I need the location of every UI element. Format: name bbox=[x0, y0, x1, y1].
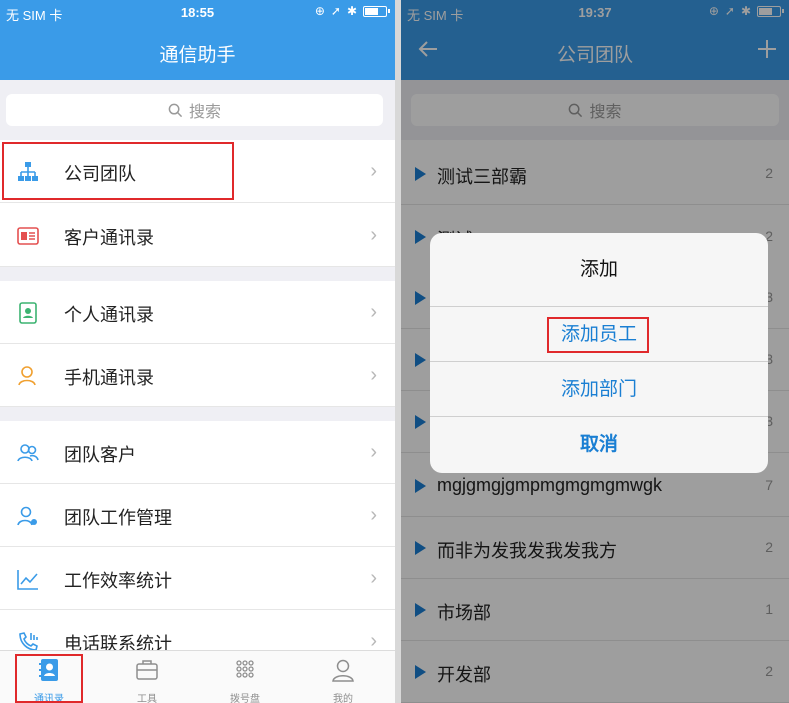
address-book-icon bbox=[19, 302, 37, 324]
cancel-button[interactable]: 取消 bbox=[430, 417, 768, 472]
menu-item-label: 团队客户 bbox=[64, 445, 136, 465]
search-placeholder: 搜索 bbox=[188, 104, 221, 121]
left-screen: 无 SIM 卡 18:55 ⊕ ➚ ✱ 通信助手 搜索 公司团队 › 客户通讯录… bbox=[0, 0, 395, 703]
orientation-lock-icon: ⊕ bbox=[314, 4, 325, 18]
page-title: 通信助手 bbox=[159, 45, 236, 66]
add-department-button[interactable]: 添加部门 bbox=[430, 362, 768, 417]
add-department-label: 添加部门 bbox=[560, 379, 637, 400]
menu-item-label: 手机通讯录 bbox=[64, 368, 154, 388]
add-employee-button[interactable]: 添加员工 bbox=[430, 307, 768, 362]
menu-item-team-work-management[interactable]: 团队工作管理 › bbox=[0, 484, 395, 547]
menu-item-label: 团队工作管理 bbox=[64, 508, 172, 528]
briefcase-icon bbox=[136, 660, 158, 680]
menu-item-label: 个人通讯录 bbox=[64, 305, 154, 325]
chevron-right-icon: › bbox=[370, 224, 377, 246]
chevron-right-icon: › bbox=[370, 441, 377, 463]
profile-icon bbox=[332, 659, 354, 682]
chevron-right-icon: › bbox=[370, 567, 377, 589]
highlight-box bbox=[2, 142, 234, 200]
dialog-title: 添加 bbox=[430, 233, 768, 307]
tab-label: 我的 bbox=[333, 694, 353, 703]
line-chart-icon bbox=[17, 570, 38, 590]
highlight-box bbox=[547, 317, 649, 353]
search-icon bbox=[168, 103, 183, 117]
team-manage-icon bbox=[17, 506, 37, 526]
bluetooth-icon: ✱ bbox=[346, 4, 357, 18]
contact-card-icon bbox=[17, 227, 39, 245]
chevron-right-icon: › bbox=[370, 301, 377, 323]
menu-item-personal-contacts[interactable]: 个人通讯录 › bbox=[0, 281, 395, 344]
right-screen: 无 SIM 卡 19:37 ⊕ ➚ ✱ 公司团队 搜索 测试三部霸 2 2 3 … bbox=[401, 0, 789, 703]
search-input[interactable]: 搜索 bbox=[6, 94, 383, 126]
menu-item-customer-contacts[interactable]: 客户通讯录 › bbox=[0, 204, 395, 267]
menu-item-label: 工作效率统计 bbox=[64, 571, 172, 591]
chevron-right-icon: › bbox=[370, 504, 377, 526]
team-users-icon bbox=[17, 444, 39, 462]
menu-item-label: 客户通讯录 bbox=[64, 228, 154, 248]
highlight-box bbox=[15, 654, 83, 703]
menu-item-efficiency-stats[interactable]: 工作效率统计 › bbox=[0, 547, 395, 610]
chevron-right-icon: › bbox=[370, 160, 377, 182]
tab-dialpad[interactable]: 拨号盘 bbox=[196, 651, 294, 703]
phone-contact-icon bbox=[18, 366, 36, 386]
add-dialog: 添加 添加员工 添加部门 取消 bbox=[430, 233, 768, 473]
chevron-right-icon: › bbox=[370, 364, 377, 386]
status-bar: 无 SIM 卡 18:55 ⊕ ➚ ✱ bbox=[0, 0, 395, 26]
tab-profile[interactable]: 我的 bbox=[294, 651, 392, 703]
menu-item-phone-contacts[interactable]: 手机通讯录 › bbox=[0, 344, 395, 407]
header: 无 SIM 卡 18:55 ⊕ ➚ ✱ 通信助手 bbox=[0, 0, 395, 80]
battery-icon bbox=[363, 5, 390, 17]
tab-label: 工具 bbox=[137, 694, 157, 703]
location-icon: ➚ bbox=[330, 4, 341, 18]
tab-label: 拨号盘 bbox=[230, 694, 260, 703]
tab-tools[interactable]: 工具 bbox=[98, 651, 196, 703]
cancel-label: 取消 bbox=[579, 434, 618, 455]
dialpad-icon bbox=[236, 660, 254, 678]
menu-item-team-customers[interactable]: 团队客户 › bbox=[0, 421, 395, 484]
